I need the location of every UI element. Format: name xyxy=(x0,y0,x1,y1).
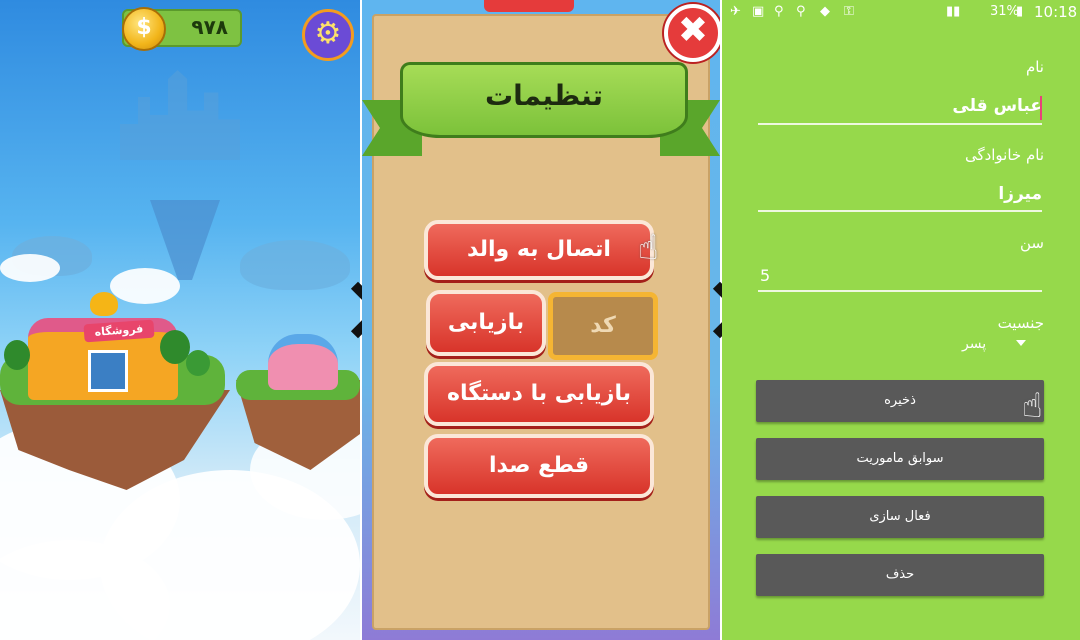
connect-parent-button[interactable]: اتصال به والد xyxy=(424,220,654,280)
recover-button[interactable]: بازیابی xyxy=(426,290,546,356)
floating-island-small xyxy=(240,240,350,290)
image-icon: ▣ xyxy=(752,4,765,19)
text-cursor xyxy=(1040,96,1042,120)
floating-island-far xyxy=(150,200,220,280)
battery-icon: ▮ xyxy=(1016,4,1024,19)
close-button[interactable]: ✖ xyxy=(664,4,720,62)
chevron-down-icon xyxy=(1016,340,1026,346)
coin-icon: $ xyxy=(122,7,166,51)
settings-title: تنظیمات xyxy=(484,79,604,112)
mascot-character[interactable] xyxy=(90,292,118,316)
gender-dropdown[interactable]: پسر xyxy=(952,334,1032,358)
second-island-house[interactable] xyxy=(268,334,338,390)
first-name-underline xyxy=(758,123,1042,125)
usb-icon: ⚲ xyxy=(796,4,806,19)
save-button[interactable]: ذخیره xyxy=(756,380,1044,422)
gear-icon: ⚙ xyxy=(314,16,342,51)
coin-counter: $ ۹۷۸ xyxy=(122,7,242,51)
cloud xyxy=(0,254,60,282)
settings-screen: تنظیمات ✖ اتصال به والد ☝ بازیابی کد باز… xyxy=(362,0,720,640)
activation-button[interactable]: فعال سازی xyxy=(756,496,1044,538)
code-input[interactable]: کد xyxy=(548,292,658,360)
signal-icon: ▮▮ xyxy=(946,4,961,19)
city-skyline xyxy=(120,70,240,160)
last-name-field[interactable]: میرزا xyxy=(998,184,1042,204)
mute-button[interactable]: قطع صدا xyxy=(424,434,654,498)
status-bar: ✈ ▣ ⚲ ⚲ ◆ ⚿ ▮▮ 31% ▮ 10:18 xyxy=(722,0,1080,26)
game-world-screen: فروشگاه $ ۹۷۸ ⚙ xyxy=(0,0,360,640)
recover-with-device-button[interactable]: بازیابی با دستگاه xyxy=(424,362,654,426)
settings-button[interactable]: ⚙ xyxy=(302,9,354,61)
age-label: سن xyxy=(1020,234,1044,252)
pointer-hand-icon: ☝ xyxy=(1022,386,1043,426)
first-name-label: نام xyxy=(1025,58,1044,76)
pointer-hand-icon: ☝ xyxy=(638,228,659,268)
key-icon: ⚿ xyxy=(844,4,854,19)
app-icon: ◆ xyxy=(820,4,830,19)
mission-history-button[interactable]: سوابق ماموریت xyxy=(756,438,1044,480)
cloud xyxy=(110,268,180,304)
last-name-label: نام خانوادگی xyxy=(964,146,1044,164)
last-name-underline xyxy=(758,210,1042,212)
clock: 10:18 xyxy=(1034,3,1078,21)
tree xyxy=(4,340,30,370)
title-ribbon: تنظیمات xyxy=(400,62,688,138)
gender-label: جنسیت xyxy=(997,314,1044,332)
first-name-field[interactable]: عباس قلی xyxy=(952,96,1042,116)
age-field[interactable]: 5 xyxy=(760,266,770,285)
profile-form-screen: ✈ ▣ ⚲ ⚲ ◆ ⚿ ▮▮ 31% ▮ 10:18 نام عباس قلی … xyxy=(722,0,1080,640)
battery-percent: 31% xyxy=(990,4,1019,19)
close-icon: ✖ xyxy=(677,10,709,51)
delete-button[interactable]: حذف xyxy=(756,554,1044,596)
usb-icon: ⚲ xyxy=(774,4,784,19)
coin-count: ۹۷۸ xyxy=(191,15,228,39)
top-coin-peek xyxy=(484,0,574,12)
shop-door xyxy=(88,350,128,392)
telegram-icon: ✈ xyxy=(730,4,741,19)
age-underline xyxy=(758,290,1042,292)
tree xyxy=(186,350,210,376)
gender-value: پسر xyxy=(962,336,987,352)
